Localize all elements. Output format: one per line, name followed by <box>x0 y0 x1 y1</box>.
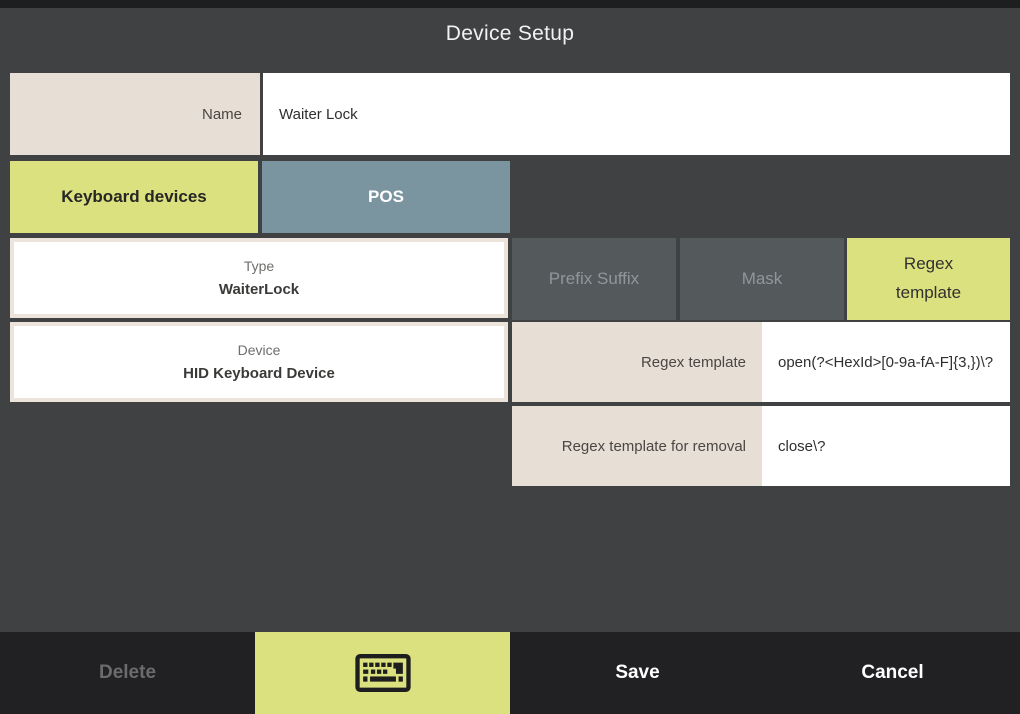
device-label: Device <box>238 342 281 358</box>
prefix-suffix-button[interactable]: Prefix Suffix <box>512 238 676 320</box>
type-selector[interactable]: Type WaiterLock <box>10 238 508 318</box>
regex-template-input[interactable]: open(?<HexId>[0-9a-fA-F]{3,})\? <box>762 322 1010 402</box>
tab-pos[interactable]: POS <box>262 161 510 233</box>
device-value: HID Keyboard Device <box>183 365 335 382</box>
save-button[interactable]: Save <box>510 632 765 714</box>
device-setup-dialog: Device Setup Name Waiter Lock Keyboard d… <box>0 0 1020 714</box>
regex-template-removal-label: Regex template for removal <box>512 406 762 486</box>
type-value: WaiterLock <box>219 281 299 298</box>
regex-template-removal-input[interactable]: close\? <box>762 406 1010 486</box>
mask-button[interactable]: Mask <box>680 238 844 320</box>
page-title: Device Setup <box>0 22 1020 54</box>
virtual-keyboard-button[interactable] <box>255 632 510 714</box>
name-input[interactable]: Waiter Lock <box>263 73 1010 155</box>
footer-bar: Delete <box>0 632 1020 714</box>
delete-button[interactable]: Delete <box>0 632 255 714</box>
regex-template-label: Regex template <box>512 322 762 402</box>
name-label: Name <box>10 73 260 155</box>
device-selector[interactable]: Device HID Keyboard Device <box>10 322 508 402</box>
type-label: Type <box>244 258 274 274</box>
regex-template-button[interactable]: Regex template <box>847 238 1010 320</box>
cancel-button[interactable]: Cancel <box>765 632 1020 714</box>
tab-keyboard-devices[interactable]: Keyboard devices <box>10 161 258 233</box>
top-edge <box>0 0 1020 8</box>
keyboard-icon <box>355 654 411 692</box>
